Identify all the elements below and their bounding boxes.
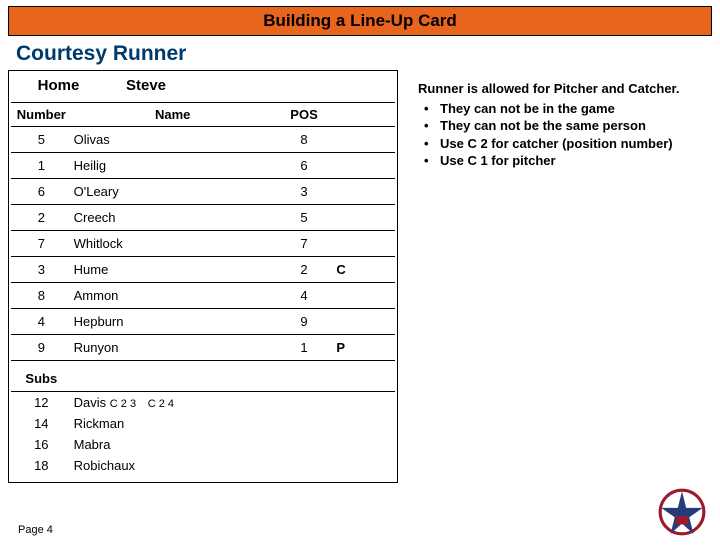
bullet-icon: •: [418, 152, 440, 170]
sub-row: 18Robichaux: [11, 455, 395, 476]
sub-annotation: C 2 3: [110, 398, 136, 410]
bullet-icon: •: [418, 117, 440, 135]
sub-annotation: C 2 4: [148, 398, 174, 410]
sub-row: 12 Davis C 2 3 C 2 4: [11, 392, 395, 414]
bullet-icon: •: [418, 135, 440, 153]
rules-intro: Runner is allowed for Pitcher and Catche…: [418, 80, 706, 98]
table-row: 1Heilig6: [11, 153, 395, 179]
rules-item: •They can not be the same person: [418, 117, 706, 135]
lineup-table: Number Name POS 5Olivas8 1Heilig6 6O'Lea…: [11, 102, 395, 476]
sub-row: 14Rickman: [11, 413, 395, 434]
section-heading: Courtesy Runner: [16, 42, 720, 66]
table-row: 8Ammon4: [11, 283, 395, 309]
league-logo-icon: [656, 486, 708, 538]
bullet-icon: •: [418, 100, 440, 118]
sub-row: 16Mabra: [11, 434, 395, 455]
table-row: 4Hepburn9: [11, 309, 395, 335]
lineup-card: Home Steve Number Name POS 5Olivas8 1Hei…: [8, 70, 398, 483]
table-row: 3Hume2C: [11, 257, 395, 283]
sub-name: Davis: [74, 395, 107, 410]
rules-panel: Runner is allowed for Pitcher and Catche…: [398, 70, 712, 483]
content-area: Home Steve Number Name POS 5Olivas8 1Hei…: [0, 70, 720, 483]
rules-item: •Use C 1 for pitcher: [418, 152, 706, 170]
coach-name: Steve: [106, 77, 286, 94]
table-row: 2Creech5: [11, 205, 395, 231]
rules-item: •They can not be in the game: [418, 100, 706, 118]
card-header: Home Steve: [11, 73, 395, 102]
rules-list: •They can not be in the game •They can n…: [418, 100, 706, 170]
home-label: Home: [11, 77, 106, 94]
table-row: 6O'Leary3: [11, 179, 395, 205]
subs-label: Subs: [11, 361, 72, 392]
col-pos: POS: [274, 103, 335, 127]
col-extra: [334, 103, 395, 127]
col-number: Number: [11, 103, 72, 127]
page-number: Page 4: [18, 524, 53, 536]
table-row: 7Whitlock7: [11, 231, 395, 257]
page-title: Building a Line-Up Card: [8, 6, 712, 36]
col-name: Name: [72, 103, 274, 127]
rules-item: •Use C 2 for catcher (position number): [418, 135, 706, 153]
table-row: 5Olivas8: [11, 127, 395, 153]
table-row: 9Runyon1P: [11, 335, 395, 361]
table-header-row: Number Name POS: [11, 103, 395, 127]
subs-header: Subs: [11, 361, 395, 392]
